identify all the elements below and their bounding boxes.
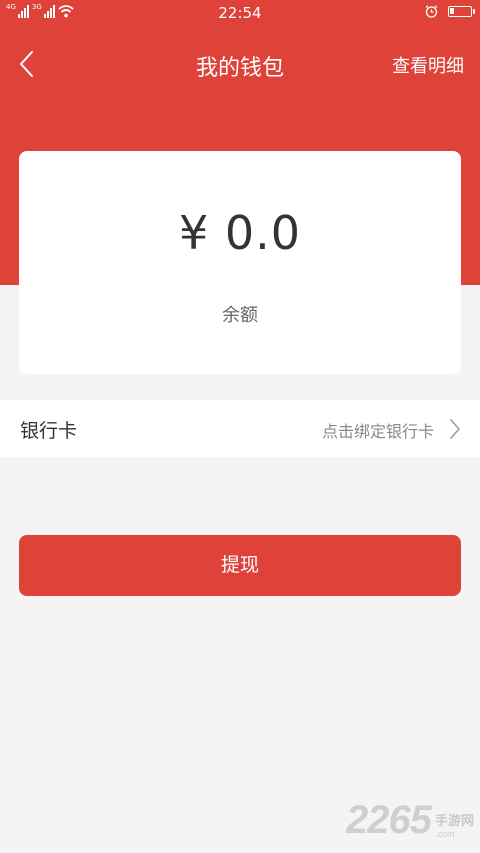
alarm-icon — [425, 5, 438, 18]
battery-icon — [448, 6, 475, 17]
watermark-number: 2265 — [346, 798, 432, 842]
status-bar: 4G 3G 22:54 — [0, 0, 480, 26]
withdraw-button[interactable]: 提现 — [19, 535, 461, 596]
status-time: 22:54 — [218, 4, 262, 22]
balance-amount: ¥ 0.0 — [178, 206, 302, 260]
status-right-icons — [425, 5, 475, 18]
watermark-logo: 2265 手游网 .com — [346, 798, 474, 843]
bank-card-label: 银行卡 — [20, 420, 78, 442]
bank-card-row[interactable]: 银行卡 点击绑定银行卡 — [0, 400, 480, 457]
chevron-right-icon — [450, 419, 460, 439]
watermark-site-name: 手游网 — [434, 814, 474, 829]
balance-label: 余额 — [222, 305, 258, 326]
view-details-button[interactable]: 查看明细 — [392, 52, 464, 78]
bind-bank-card-link[interactable]: 点击绑定银行卡 — [322, 418, 434, 442]
watermark-domain: .com — [434, 829, 455, 839]
watermark-site: 手游网 .com — [435, 810, 474, 839]
nav-bar: 我的钱包 查看明细 — [0, 40, 480, 88]
battery-level — [450, 8, 454, 14]
balance-card: ¥ 0.0 余额 — [19, 151, 461, 374]
